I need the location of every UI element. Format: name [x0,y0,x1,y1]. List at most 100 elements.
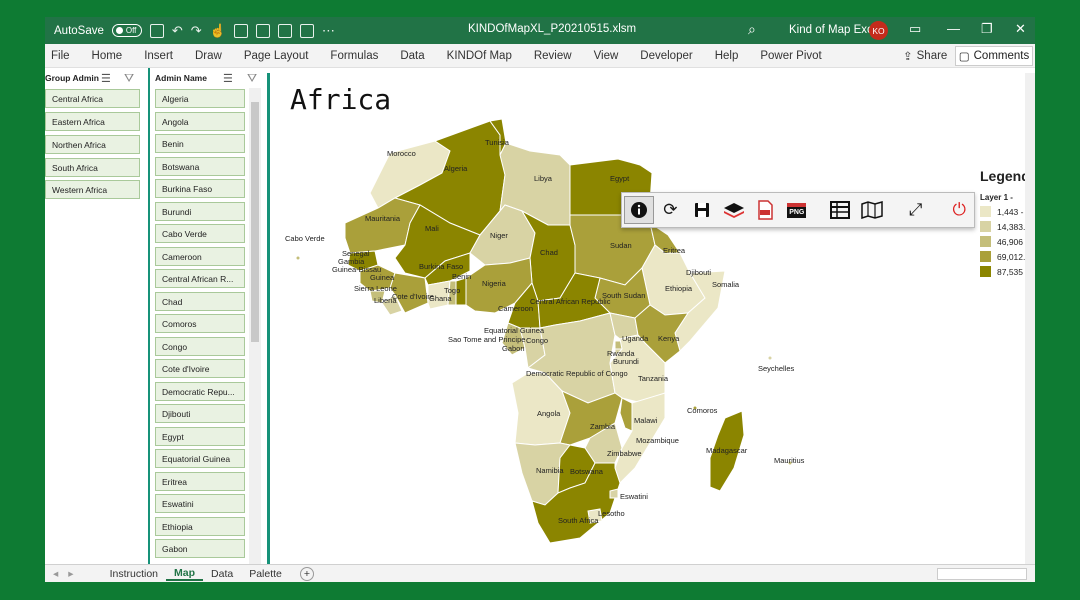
menu-home[interactable]: Home [81,50,134,62]
menu-kindof-map[interactable]: KINDOf Map [436,50,523,62]
search-icon[interactable]: ⌕ [748,21,756,38]
label-zambia: Zambia [590,422,616,431]
map-region-seychelles[interactable] [768,356,772,360]
list-item[interactable]: Eswatini [155,494,245,513]
list-item[interactable]: Comoros [155,314,245,333]
info-icon[interactable] [624,196,654,224]
list-item[interactable]: Equatorial Guinea [155,449,245,468]
autosave-toggle[interactable]: Off [111,24,142,37]
list-item[interactable]: Congo [155,337,245,356]
list-item[interactable]: Egypt [155,427,245,446]
clear-filter-icon[interactable]: ⛛ [124,71,134,86]
close-icon[interactable]: ✕ [1015,21,1026,37]
menu-formulas[interactable]: Formulas [319,50,389,62]
tab-data[interactable]: Data [203,568,241,580]
list-item[interactable]: Eritrea [155,472,245,491]
list-item[interactable]: Democratic Repu... [155,382,245,401]
list-item[interactable]: Central African R... [155,269,245,288]
menu-review[interactable]: Review [523,50,583,62]
label-equatorial-guinea: Equatorial Guinea [484,326,545,335]
map-icon[interactable] [857,196,887,224]
share-button[interactable]: ⇪ Share [897,47,953,65]
document-title[interactable]: KINDOfMapXL_P20210515.xlsm [468,23,636,35]
layers-icon[interactable] [719,196,749,224]
list-item[interactable]: Burundi [155,202,245,221]
menu-data[interactable]: Data [389,50,435,62]
label-mauritania: Mauritania [365,214,401,223]
label-seychelles: Seychelles [758,364,795,373]
list-item[interactable]: Botswana [155,157,245,176]
menu-file[interactable]: File [45,50,81,62]
list-item[interactable]: Djibouti [155,404,245,423]
horizontal-scrollbar[interactable] [937,567,1027,580]
label-south-africa: South Africa [558,516,599,525]
scrollbar-thumb[interactable] [251,102,259,342]
tab-scroll-left-icon[interactable]: ◂ [45,568,66,580]
tab-instruction[interactable]: Instruction [102,568,166,580]
menu-insert[interactable]: Insert [133,50,184,62]
png-icon[interactable]: PNG [782,196,812,224]
menu-page-layout[interactable]: Page Layout [233,50,320,62]
avatar[interactable]: KO [869,21,888,40]
undo-icon[interactable]: ↶ [172,23,183,39]
legend-swatch [980,266,991,277]
label-mauritius: Mauritius [774,456,805,465]
list-item[interactable]: Gabon [155,539,245,558]
slicer-item-eastern-africa[interactable]: Eastern Africa [45,112,140,131]
slicer-item-central-africa[interactable]: Central Africa [45,89,140,108]
legend-label: 1,443 - [997,206,1024,217]
list-item[interactable]: Ethiopia [155,517,245,536]
save-icon[interactable] [149,23,164,38]
power-icon[interactable]: ⏻ [944,196,974,224]
ribbon-display-icon[interactable]: ▭ [909,21,921,37]
touch-mode-icon[interactable]: ☝ [210,23,226,39]
redo-icon[interactable]: ↷ [191,23,202,39]
map-region-malawi[interactable] [619,397,633,432]
menu-view[interactable]: View [583,50,630,62]
menu-power-pivot[interactable]: Power Pivot [749,50,832,62]
tab-palette[interactable]: Palette [241,568,290,580]
chart-icon[interactable] [233,23,248,38]
label-congo: Congo [526,336,548,345]
list-item[interactable]: Cameroon [155,247,245,266]
tab-scroll-right-icon[interactable]: ▸ [66,568,81,580]
list-item[interactable]: Cabo Verde [155,224,245,243]
pdf-icon[interactable] [750,196,780,224]
slicer-scrollbar[interactable] [249,88,261,564]
customize-dropdown-icon[interactable]: ⋯ [322,23,335,39]
add-sheet-button[interactable]: + [299,566,314,581]
list-item[interactable]: Algeria [155,89,245,108]
document-icon[interactable] [277,23,292,38]
minimize-icon[interactable]: — [947,21,960,36]
format-icon[interactable] [255,23,270,38]
table-icon[interactable] [826,196,856,224]
sheet-scrollbar[interactable] [1025,73,1035,564]
multi-select-icon[interactable]: ☰ [101,72,111,85]
menu-help[interactable]: Help [704,50,750,62]
slicer-item-south-africa[interactable]: South Africa [45,158,140,177]
slicer-item-western-africa[interactable]: Western Africa [45,180,140,199]
map-region-eswatini[interactable] [609,488,619,499]
list-item[interactable]: Angola [155,112,245,131]
refresh-icon[interactable]: ⟳ [656,196,686,224]
multi-select-icon[interactable]: ☰ [223,72,233,85]
excel-window: AutoSave Off ↶ ↷ ☝ ⋯ KINDOfMapXL_P202105… [45,17,1035,582]
expand-icon[interactable]: ⤢ [901,196,931,224]
title-bar: AutoSave Off ↶ ↷ ☝ ⋯ KINDOfMapXL_P202105… [45,17,1035,44]
list-item[interactable]: Chad [155,292,245,311]
list-item[interactable]: Cote d'Ivoire [155,359,245,378]
slicer-item-northen-africa[interactable]: Northen Africa [45,135,140,154]
grid-icon[interactable] [299,23,314,38]
list-item[interactable]: Burkina Faso [155,179,245,198]
legend-swatch [980,221,991,232]
tab-map[interactable]: Map [166,567,204,581]
menu-developer[interactable]: Developer [629,50,703,62]
slicer-title: Group Admin [45,73,99,83]
restore-icon[interactable]: ❐ [981,21,993,37]
comments-button[interactable]: ▢ Comments [955,46,1033,66]
list-item[interactable]: Benin [155,134,245,153]
clear-filter-icon[interactable]: ⛛ [247,71,257,86]
save-icon[interactable] [687,196,717,224]
map-region-cabo-verde[interactable] [296,256,300,260]
menu-draw[interactable]: Draw [184,50,233,62]
